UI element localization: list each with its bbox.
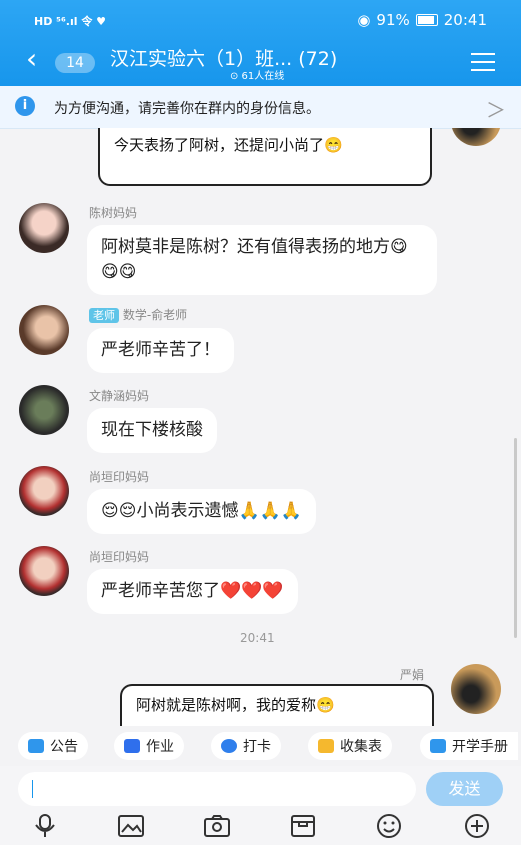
emoji-icon[interactable] [374,813,404,839]
document-icon [124,739,140,753]
avatar[interactable] [19,203,69,253]
text-cursor [32,780,33,798]
avatar[interactable] [19,385,69,435]
checkin-button[interactable]: 打卡 [211,732,281,760]
chat-list[interactable]: 今天表扬了阿树，还提问小尚了😁 陈树妈妈 阿树莫非是陈树？还有值得表扬的地方😋😋… [0,128,521,726]
announcement-button[interactable]: 公告 [18,732,88,760]
back-icon[interactable]: ‹ [26,45,37,73]
menu-icon[interactable] [471,53,495,71]
avatar[interactable] [19,466,69,516]
checklist-icon [318,739,334,753]
megaphone-icon [28,739,44,753]
online-count: ⊙ 61人在线 [230,71,285,82]
sender-name: 尚垣印妈妈 [89,550,150,564]
message-bubble[interactable]: 😌😌小尚表示遗憾🙏🙏🙏 [87,489,316,534]
teacher-badge: 老师 [89,308,119,323]
message-bubble[interactable]: 阿树莫非是陈树？还有值得表扬的地方😋😋😋 [87,225,437,295]
message-input[interactable] [18,772,416,806]
plus-icon[interactable] [462,813,492,839]
camera-icon[interactable] [202,813,232,839]
chip-label: 收集表 [340,739,382,755]
image-icon[interactable] [116,813,146,839]
battery-icon [415,14,438,26]
message-bubble[interactable]: 现在下楼核酸 [87,408,217,453]
avatar[interactable] [451,128,501,146]
app-header: HD ⁵⁶.ıl 令 ♥ ◉ 91% 20:41 ‹ 14 汉江实验六（1）班.… [0,0,521,86]
quick-actions: 公告 作业 打卡 收集表 开学手册 [0,726,521,766]
status-bar-left: HD ⁵⁶.ıl 令 ♥ [34,15,107,28]
sticker-text: 今天表扬了阿树，还提问小尚了😁 [114,136,343,154]
chip-label: 公告 [50,739,78,755]
sticker-text: 阿树就是陈树啊，我的爱称😁 [136,696,335,714]
school-handbook-button[interactable]: 开学手册 [420,732,518,760]
sender-name-text: 数学-俞老师 [122,308,188,322]
clock: 20:41 [443,11,487,29]
input-bar: 发送 [0,766,521,845]
notice-text: 为方便沟通，请完善你在群内的身份信息。 [54,101,320,117]
handbook-icon [430,739,446,753]
sender-name: 尚垣印妈妈 [89,470,150,484]
sticker-message[interactable]: 今天表扬了阿树，还提问小尚了😁 [98,128,432,186]
sender-name: 文静涵妈妈 [89,389,150,403]
message-bubble[interactable]: 严老师辛苦了！ [87,328,234,373]
identity-notice[interactable]: i 为方便沟通，请完善你在群内的身份信息。 ＞ [0,86,521,129]
sender-name: 陈树妈妈 [89,206,138,220]
sticker-message[interactable]: 阿树就是陈树啊，我的爱称😁 [120,684,434,726]
microphone-icon[interactable] [30,813,60,839]
avatar[interactable] [19,305,69,355]
eye-icon: ◉ [357,11,371,29]
chevron-right-icon[interactable]: ＞ [486,94,506,123]
timestamp: 20:41 [240,631,275,645]
send-button[interactable]: 发送 [426,772,503,806]
status-bar-right: ◉ 91% 20:41 [357,11,487,29]
avatar[interactable] [451,664,501,714]
unread-badge: 14 [55,53,95,73]
chip-label: 打卡 [243,739,271,755]
sender-name: 老师 数学-俞老师 [89,306,187,323]
folder-icon[interactable] [288,813,318,839]
battery-level: 91% [376,11,410,29]
info-icon: i [15,96,35,116]
chip-label: 开学手册 [452,739,508,755]
scrollbar[interactable] [514,438,517,638]
group-title: 汉江实验六（1）班... (72) [110,48,338,70]
avatar[interactable] [19,546,69,596]
sender-name: 严娟 [400,668,425,682]
chip-label: 作业 [146,739,174,755]
homework-button[interactable]: 作业 [114,732,184,760]
check-icon [221,739,237,753]
collection-form-button[interactable]: 收集表 [308,732,392,760]
message-bubble[interactable]: 严老师辛苦您了❤️❤️❤️ [87,569,298,614]
